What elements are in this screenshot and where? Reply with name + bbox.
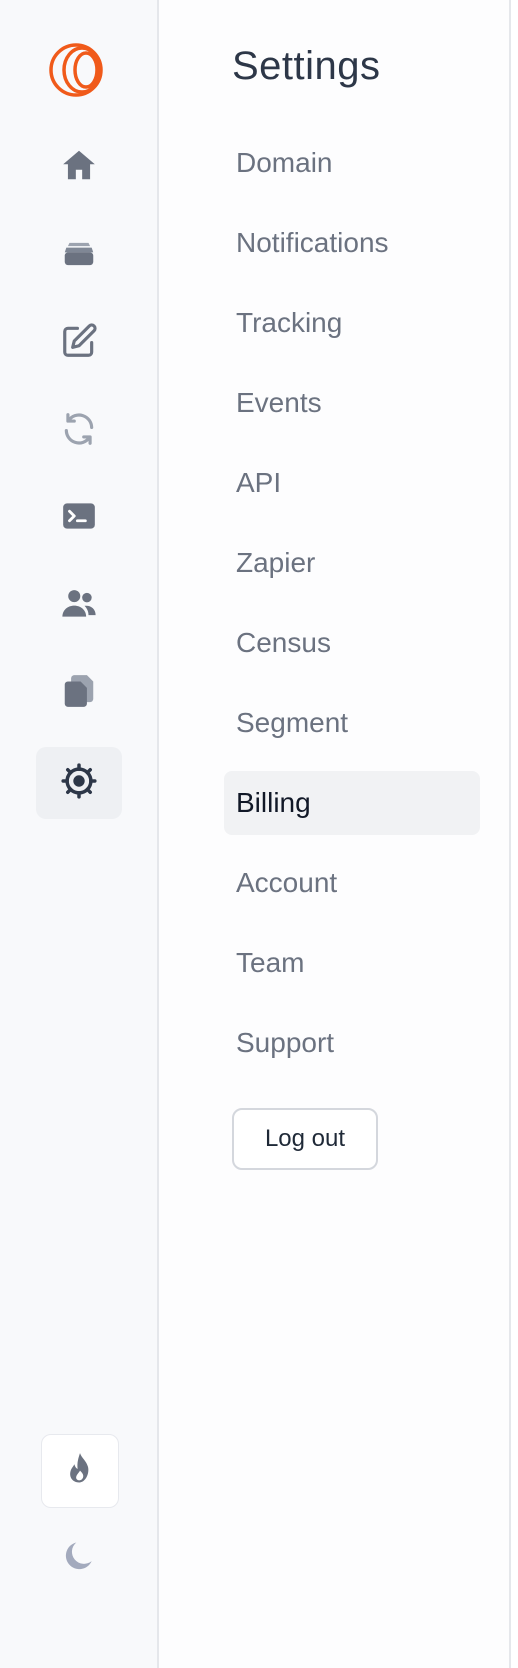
rail-theme-button[interactable]	[36, 1522, 122, 1594]
settings-item-support[interactable]: Support	[224, 1011, 480, 1075]
settings-item-census[interactable]: Census	[224, 611, 480, 675]
rail-inbox-button[interactable]	[36, 220, 122, 292]
settings-item-notifications[interactable]: Notifications	[224, 211, 480, 275]
icon-rail	[0, 0, 159, 1668]
page-title: Settings	[232, 44, 381, 88]
settings-item-tracking[interactable]: Tracking	[224, 291, 480, 355]
settings-item-domain[interactable]: Domain	[224, 131, 480, 195]
rail-sync-button[interactable]	[36, 395, 122, 467]
terminal-icon	[60, 497, 98, 540]
logout-button[interactable]: Log out	[232, 1108, 378, 1170]
users-icon	[60, 585, 98, 628]
settings-item-zapier[interactable]: Zapier	[224, 531, 480, 595]
rail-users-button[interactable]	[36, 570, 122, 642]
rail-terminal-button[interactable]	[36, 482, 122, 554]
rail-settings-button[interactable]	[36, 747, 122, 819]
inbox-tray-icon	[60, 235, 98, 278]
logo-icon[interactable]	[46, 42, 112, 98]
documents-icon	[60, 672, 98, 715]
refresh-icon	[60, 410, 98, 453]
rail-documents-button[interactable]	[36, 657, 122, 729]
flame-icon	[61, 1450, 99, 1493]
settings-item-billing[interactable]: Billing	[224, 771, 480, 835]
settings-item-team[interactable]: Team	[224, 931, 480, 995]
settings-item-account[interactable]: Account	[224, 851, 480, 915]
home-icon	[60, 146, 98, 189]
moon-icon	[60, 1537, 98, 1580]
settings-panel: Settings Domain Notifications Tracking E…	[159, 0, 511, 1668]
settings-item-api[interactable]: API	[224, 451, 480, 515]
gear-icon	[60, 762, 98, 805]
app-window: Settings Domain Notifications Tracking E…	[0, 0, 518, 1668]
rail-edit-button[interactable]	[36, 307, 122, 379]
settings-item-segment[interactable]: Segment	[224, 691, 480, 755]
edit-icon	[60, 322, 98, 365]
rail-home-button[interactable]	[36, 131, 122, 203]
settings-item-events[interactable]: Events	[224, 371, 480, 435]
rail-flame-button[interactable]	[41, 1434, 119, 1508]
